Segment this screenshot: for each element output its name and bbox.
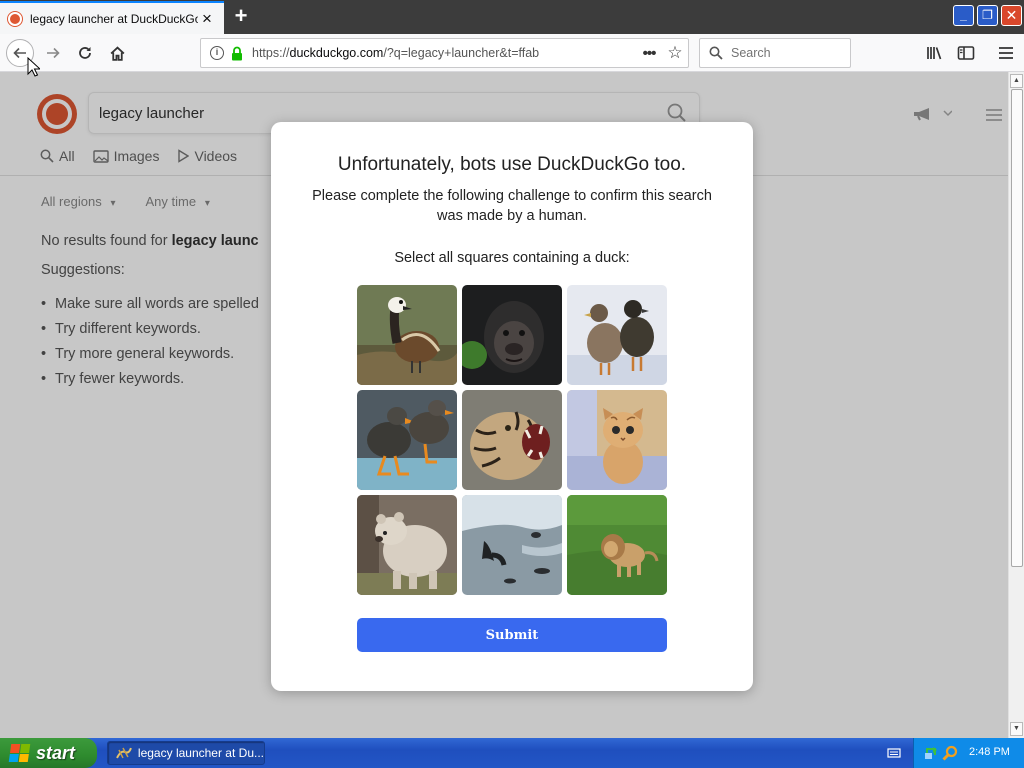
site-info-icon[interactable]: i [210,46,224,60]
search-placeholder: Search [731,46,771,60]
forward-button[interactable] [40,40,66,66]
system-tray: 2:48 PM [913,738,1024,768]
page-actions-icon[interactable]: ••• [636,45,662,62]
duckduckgo-favicon-icon [8,11,22,26]
scroll-up-arrow-icon[interactable]: ▲ [1010,74,1023,88]
search-icon [709,46,723,60]
reload-button[interactable] [72,40,98,66]
captcha-tile-kitten[interactable] [567,390,667,490]
keyboard-icon[interactable] [887,747,901,759]
url-host: duckduckgo.com [289,46,384,60]
captcha-image-grid [357,285,667,595]
sidebar-toggle-icon[interactable] [953,40,979,66]
taskbar-item-label: legacy launcher at Du... [137,746,264,760]
home-button[interactable] [104,40,130,66]
window-close-button[interactable]: ✕ [1001,5,1022,26]
tab-title: legacy launcher at DuckDuckGo [30,11,198,26]
page-viewport: legacy launcher All Images Videos All re… [0,72,1008,738]
windows-flag-icon [8,744,32,762]
title-bar: legacy launcher at DuckDuckGo × + _ ❐ ✕ [0,0,1024,34]
start-button[interactable]: start [0,738,97,768]
library-icon[interactable] [922,40,948,66]
home-icon [110,45,124,61]
navigation-toolbar: i https://duckduckgo.com/?q=legacy+launc… [0,34,1024,72]
windows-taskbar: start legacy launcher at Du... 2:48 PM [0,738,1024,768]
lock-icon[interactable] [231,45,245,61]
start-label: start [36,742,76,763]
url-text[interactable]: https://duckduckgo.com/?q=legacy+launche… [252,46,636,60]
captcha-tile-ducks-snow[interactable] [567,285,667,385]
captcha-tile-duck[interactable] [357,285,457,385]
captcha-tile-ducks[interactable] [357,390,457,490]
captcha-dialog: Unfortunately, bots use DuckDuckGo too. … [271,122,753,691]
submit-button[interactable]: Submit [357,618,667,652]
browser-tab[interactable]: legacy launcher at DuckDuckGo × [0,1,224,34]
address-bar[interactable]: i https://duckduckgo.com/?q=legacy+launc… [200,38,689,68]
forward-arrow-icon [47,47,60,59]
hamburger-menu-icon[interactable] [993,40,1019,66]
browser-search-box[interactable]: Search [699,38,851,68]
page-scrollbar[interactable]: ▲ ▼ [1008,72,1024,738]
network-icon[interactable] [923,745,939,761]
back-arrow-icon [13,47,26,59]
captcha-title: Unfortunately, bots use DuckDuckGo too. [337,154,687,175]
bookmark-star-icon[interactable]: ☆ [662,43,688,63]
reload-icon [79,47,91,59]
mouse-cursor-icon [27,57,40,77]
taskbar-item-browser[interactable]: legacy launcher at Du... [107,741,265,765]
url-path: /?q=legacy+launcher&t=ffab [383,46,540,60]
url-scheme: https:// [252,46,290,60]
captcha-tile-seals[interactable] [462,495,562,595]
system-clock: 2:48 PM [969,746,1010,758]
captcha-tile-gorilla[interactable] [462,285,562,385]
window-minimize-button[interactable]: _ [953,5,974,26]
captcha-description: Please complete the following challenge … [312,188,712,224]
scroll-down-arrow-icon[interactable]: ▼ [1010,722,1023,736]
new-tab-button[interactable]: + [230,5,252,27]
search-icon[interactable] [942,745,958,761]
window-maximize-button[interactable]: ❐ [977,5,998,26]
browser-window-icon [116,747,132,759]
tab-close-button[interactable]: × [198,10,216,27]
captcha-tile-bear[interactable] [357,495,457,595]
scroll-thumb[interactable] [1011,89,1023,567]
captcha-tile-lion[interactable] [567,495,667,595]
captcha-tile-tiger[interactable] [462,390,562,490]
captcha-instruction: Select all squares containing a duck: [394,250,630,266]
